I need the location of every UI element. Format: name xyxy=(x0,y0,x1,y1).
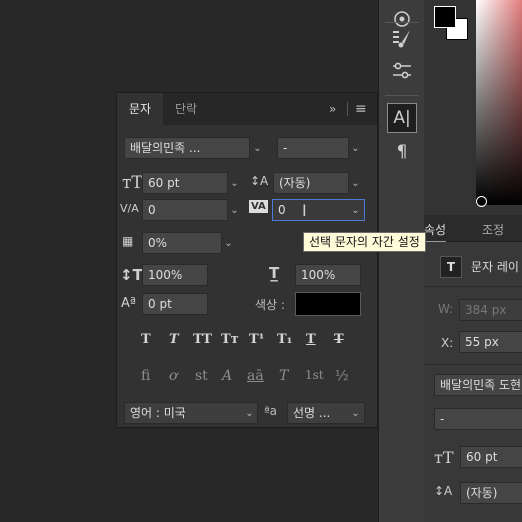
chevron-down-icon[interactable]: ⌄ xyxy=(347,402,364,424)
leading-field[interactable]: (자동) xyxy=(460,482,522,504)
kerning-field[interactable]: 0 xyxy=(142,199,228,221)
anti-alias-icon: ªa xyxy=(264,404,278,418)
properties-panel: T 문자 레이 W: 384 px X: 55 px 배달의민족 도현 - ᴛT… xyxy=(424,242,522,522)
paragraph-panel-icon[interactable]: ¶ xyxy=(387,137,417,167)
fractions-button[interactable]: ½ xyxy=(335,368,349,384)
text-color-swatch[interactable] xyxy=(295,292,361,316)
chevron-down-icon[interactable]: ⌄ xyxy=(226,199,243,221)
color-picker-field[interactable] xyxy=(476,0,522,205)
font-style-select[interactable]: - xyxy=(434,408,522,430)
chevron-down-icon[interactable]: ⌄ xyxy=(347,137,364,159)
chevron-down-icon[interactable]: ⌄ xyxy=(347,172,364,194)
character-panel: 문자 단락 » ≡ 배달의민족 ... ⌄ - ⌄ ᴛT 60 pt ⌄ ↕A … xyxy=(116,92,378,428)
properties-tabbar: 속성 조정 xyxy=(424,215,522,243)
underline-button[interactable]: T xyxy=(306,332,316,347)
brush-panel-icon[interactable] xyxy=(387,24,417,54)
stylistic-alternates-button[interactable]: aā xyxy=(247,368,264,384)
tab-character[interactable]: 문자 xyxy=(117,93,163,125)
tab-properties[interactable]: 속성 xyxy=(424,221,447,243)
leading-icon: ↕A xyxy=(250,174,269,188)
chevron-down-icon[interactable]: ⌄ xyxy=(226,172,243,194)
tab-adjustments[interactable]: 조정 xyxy=(482,221,504,238)
ligature-button[interactable]: fi xyxy=(141,368,150,384)
chevron-down-icon[interactable]: ⌄ xyxy=(220,232,237,254)
character-tabbar: 문자 단락 » ≡ xyxy=(117,93,377,125)
titling-alternates-button[interactable]: T xyxy=(279,368,288,384)
font-size-field[interactable]: 60 pt xyxy=(460,446,522,468)
leading-field[interactable]: (자동) xyxy=(273,172,349,194)
font-family-select[interactable]: 배달의민족 ... xyxy=(124,137,250,159)
font-size-icon: ᴛT xyxy=(122,173,143,193)
tsume-field[interactable]: 0% xyxy=(142,232,222,254)
baseline-shift-icon: Aª xyxy=(121,296,137,311)
small-caps-button[interactable]: Tт xyxy=(221,332,239,347)
subscript-button[interactable]: T₁ xyxy=(277,332,292,347)
vertical-scale-field[interactable]: 100% xyxy=(142,264,208,286)
chevron-down-icon[interactable]: ⌄ xyxy=(249,137,266,159)
text-cursor-icon: Ι xyxy=(302,201,307,220)
faux-italic-button[interactable]: T xyxy=(169,332,179,347)
panel-dock-strip: A| ¶ xyxy=(378,0,425,522)
width-field[interactable]: 384 px xyxy=(459,299,522,321)
x-label: X: xyxy=(441,336,454,350)
tooltip: 선택 문자의 자간 설정 xyxy=(303,232,426,252)
font-style-select[interactable]: - xyxy=(277,137,349,159)
character-panel-icon[interactable]: A| xyxy=(387,103,417,133)
layer-kind-label: 문자 레이 xyxy=(471,260,519,274)
swash-button[interactable]: A xyxy=(222,368,232,384)
x-field[interactable]: 55 px xyxy=(459,331,522,353)
all-caps-button[interactable]: TT xyxy=(193,332,212,347)
leading-icon: ↕A xyxy=(434,484,453,498)
baseline-shift-field[interactable]: 0 pt xyxy=(142,293,208,315)
color-picker-cursor[interactable] xyxy=(476,196,487,207)
language-select[interactable]: 영어 : 미국 xyxy=(124,402,258,424)
tracking-icon: VA xyxy=(249,200,268,213)
font-size-icon: ᴛT xyxy=(434,448,454,467)
tab-paragraph[interactable]: 단락 xyxy=(175,93,197,125)
adjust-sliders-icon[interactable] xyxy=(387,56,417,86)
right-panels: 속성 조정 T 문자 레이 W: 384 px X: 55 px 배달의민족 도… xyxy=(424,0,522,522)
chevron-down-icon[interactable]: ⌄ xyxy=(241,402,258,424)
font-family-select[interactable]: 배달의민족 도현 xyxy=(434,374,522,396)
faux-bold-button[interactable]: T xyxy=(141,332,151,347)
foreground-color-swatch[interactable] xyxy=(434,6,456,28)
tsume-icon: ▦ xyxy=(122,234,134,248)
horizontal-scale-icon: T̲ xyxy=(269,264,280,282)
old-style-button[interactable]: st xyxy=(195,368,208,384)
horizontal-scale-field[interactable]: 100% xyxy=(295,264,361,286)
vertical-scale-icon: ↕T xyxy=(120,266,143,284)
ordinals-button[interactable]: 1st xyxy=(305,368,324,382)
color-label: 색상 : xyxy=(255,298,285,312)
panel-menu-button[interactable]: ≡ xyxy=(355,93,367,125)
strikethrough-button[interactable]: T xyxy=(334,332,344,347)
kerning-icon: V/A xyxy=(120,202,139,215)
superscript-button[interactable]: T¹ xyxy=(249,332,264,347)
w-label: W: xyxy=(438,302,454,316)
discretionary-ligature-button[interactable]: ơ xyxy=(169,368,177,384)
collapse-panel-button[interactable]: » xyxy=(329,93,336,125)
type-layer-icon: T xyxy=(440,256,462,278)
font-size-field[interactable]: 60 pt xyxy=(142,172,228,194)
chevron-down-icon[interactable]: ⌄ xyxy=(347,199,364,221)
